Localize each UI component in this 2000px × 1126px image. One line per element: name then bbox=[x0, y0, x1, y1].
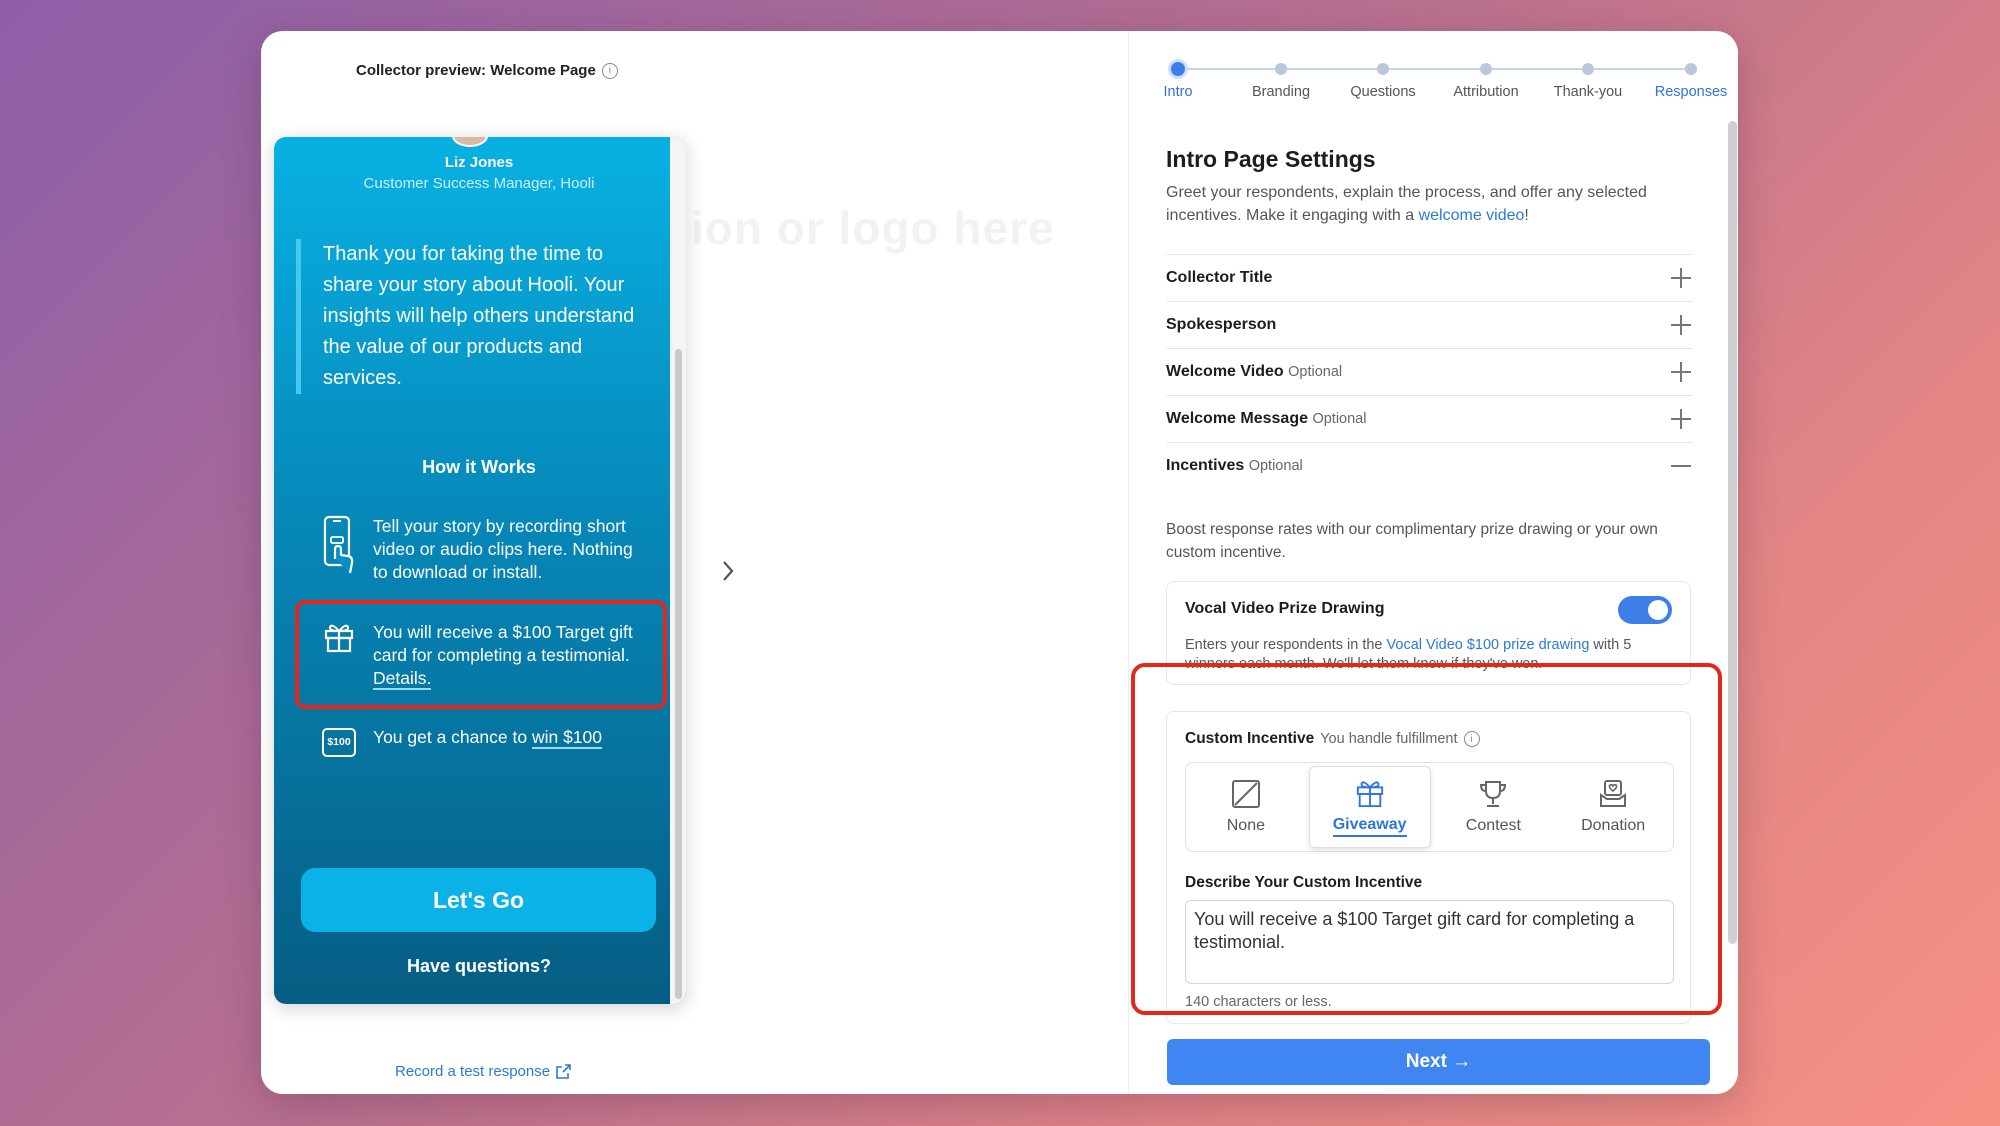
toggle-knob bbox=[1648, 600, 1668, 620]
highlight-custom-incentive bbox=[1131, 663, 1722, 1015]
logo-placeholder-text: ion or logo here bbox=[691, 202, 1055, 254]
settings-description: Greet your respondents, explain the proc… bbox=[1166, 181, 1701, 227]
optional-tag: Optional bbox=[1248, 458, 1303, 474]
step-dot-questions[interactable] bbox=[1377, 63, 1389, 75]
how-it-works-heading: How it Works bbox=[422, 457, 536, 477]
phone-hand-icon bbox=[321, 515, 357, 584]
welcome-quote: Thank you for taking the time to share y… bbox=[296, 239, 653, 394]
chevron-right-icon[interactable] bbox=[713, 556, 743, 586]
phone-preview: Liz Jones Customer Success Manager, Hool… bbox=[274, 137, 686, 1004]
section-label: Welcome Message bbox=[1166, 410, 1308, 427]
record-test-text[interactable]: Record a test response bbox=[395, 1063, 550, 1080]
step-record: Tell your story by recording short video… bbox=[321, 515, 641, 584]
settings-title: Intro Page Settings bbox=[1166, 146, 1376, 172]
incentives-description: Boost response rates with our compliment… bbox=[1166, 521, 1658, 561]
spokesperson-name: Liz Jones bbox=[444, 154, 514, 171]
optional-tag: Optional bbox=[1288, 364, 1343, 380]
preview-title: Collector preview: Welcome Page i bbox=[356, 62, 618, 79]
prize-drawing-link[interactable]: Vocal Video $100 prize drawing bbox=[1387, 637, 1590, 653]
section-welcome-message[interactable]: Welcome Message Optional bbox=[1166, 395, 1693, 442]
lets-go-button[interactable]: Let's Go bbox=[301, 868, 656, 932]
highlight-gift-card-step bbox=[295, 600, 667, 709]
section-label: Welcome Video bbox=[1166, 363, 1284, 380]
section-welcome-video[interactable]: Welcome Video Optional bbox=[1166, 348, 1693, 395]
step-label-intro[interactable]: Intro bbox=[1163, 84, 1192, 100]
hundred-badge-icon: $100 bbox=[321, 726, 357, 757]
minus-icon[interactable] bbox=[1669, 454, 1693, 478]
section-incentives[interactable]: Incentives Optional bbox=[1166, 442, 1693, 489]
step-dot-attribution[interactable] bbox=[1480, 63, 1492, 75]
step-dot-branding[interactable] bbox=[1275, 63, 1287, 75]
step-label-attribution[interactable]: Attribution bbox=[1453, 84, 1518, 100]
welcome-video-link[interactable]: welcome video bbox=[1419, 207, 1525, 224]
section-label: Spokesperson bbox=[1166, 316, 1277, 333]
plus-icon[interactable] bbox=[1669, 360, 1693, 384]
section-collector-title[interactable]: Collector Title bbox=[1166, 254, 1693, 301]
step-prize-text: You get a chance to bbox=[373, 727, 528, 747]
prize-drawing-title: Vocal Video Prize Drawing bbox=[1185, 600, 1385, 617]
plus-icon[interactable] bbox=[1669, 407, 1693, 431]
step-label-thank-you[interactable]: Thank-you bbox=[1554, 84, 1623, 100]
have-questions-link[interactable]: Have questions? bbox=[274, 956, 684, 977]
external-link-icon bbox=[556, 1064, 571, 1079]
prize-drawing-toggle[interactable] bbox=[1618, 596, 1672, 624]
win-link[interactable]: win $100 bbox=[531, 727, 603, 749]
badge-text: $100 bbox=[322, 728, 356, 757]
settings-scrollbar[interactable] bbox=[1728, 121, 1737, 944]
step-prize: $100 You get a chance to win $100 bbox=[321, 726, 641, 757]
step-label-questions[interactable]: Questions bbox=[1350, 84, 1415, 100]
record-test-link[interactable]: Record a test response bbox=[395, 1063, 571, 1080]
prize-desc-text: Enters your respondents in the bbox=[1185, 637, 1383, 653]
info-icon[interactable]: i bbox=[601, 62, 618, 79]
plus-icon[interactable] bbox=[1669, 313, 1693, 337]
step-record-text: Tell your story by recording short video… bbox=[373, 516, 633, 582]
settings-description-end: ! bbox=[1524, 207, 1529, 224]
spokesperson-role: Customer Success Manager, Hooli bbox=[363, 175, 595, 192]
section-label: Incentives bbox=[1166, 457, 1245, 474]
step-label-responses[interactable]: Responses bbox=[1655, 84, 1728, 100]
step-dot-thank-you[interactable] bbox=[1582, 63, 1594, 75]
step-dot-intro[interactable] bbox=[1171, 62, 1185, 76]
step-dot-responses[interactable] bbox=[1685, 63, 1697, 75]
next-button[interactable]: Next → bbox=[1167, 1039, 1710, 1085]
settings-description-text: Greet your respondents, explain the proc… bbox=[1166, 184, 1647, 224]
preview-title-text: Collector preview: Welcome Page bbox=[356, 62, 596, 79]
step-label-branding[interactable]: Branding bbox=[1252, 84, 1310, 100]
avatar bbox=[452, 137, 488, 147]
stepper-track bbox=[1178, 68, 1692, 70]
preview-pane: Collector preview: Welcome Page i ion or… bbox=[261, 31, 1128, 1094]
optional-tag: Optional bbox=[1312, 411, 1367, 427]
phone-scrollbar[interactable] bbox=[670, 137, 686, 1004]
plus-icon[interactable] bbox=[1669, 266, 1693, 290]
section-label: Collector Title bbox=[1166, 269, 1273, 286]
phone-scrollbar-thumb[interactable] bbox=[675, 349, 682, 999]
section-spokesperson[interactable]: Spokesperson bbox=[1166, 301, 1693, 348]
